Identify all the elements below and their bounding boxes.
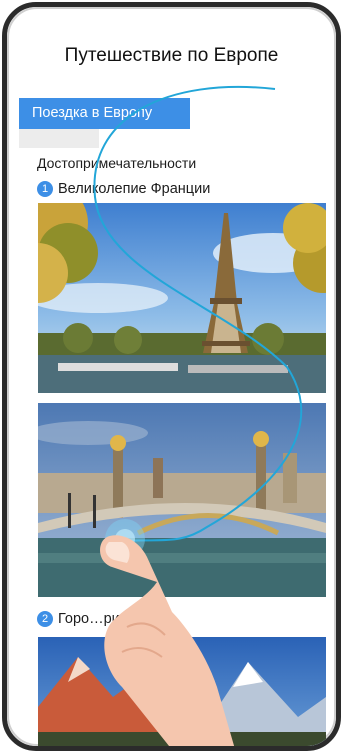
item-title: Горо…рии bbox=[58, 611, 128, 627]
bridge-photo bbox=[38, 403, 326, 597]
item-title: Великолепие Франции bbox=[58, 181, 211, 197]
list-item-1[interactable]: 1 Великолепие Франции bbox=[37, 181, 210, 197]
trip-tab[interactable]: Поездка в Европу bbox=[19, 98, 190, 129]
number-badge: 2 bbox=[37, 611, 53, 627]
tab-placeholder bbox=[19, 129, 99, 148]
number-badge: 1 bbox=[37, 181, 53, 197]
list-item-2[interactable]: 2 Горо…рии bbox=[37, 611, 128, 627]
mountains-photo bbox=[38, 637, 326, 746]
phone-frame: Путешествие по Европе Поездка в Европу Д… bbox=[2, 2, 341, 751]
eiffel-tower-photo bbox=[38, 203, 326, 393]
page-title: Путешествие по Европе bbox=[64, 45, 279, 66]
section-heading: Достопримечательности bbox=[37, 155, 197, 171]
